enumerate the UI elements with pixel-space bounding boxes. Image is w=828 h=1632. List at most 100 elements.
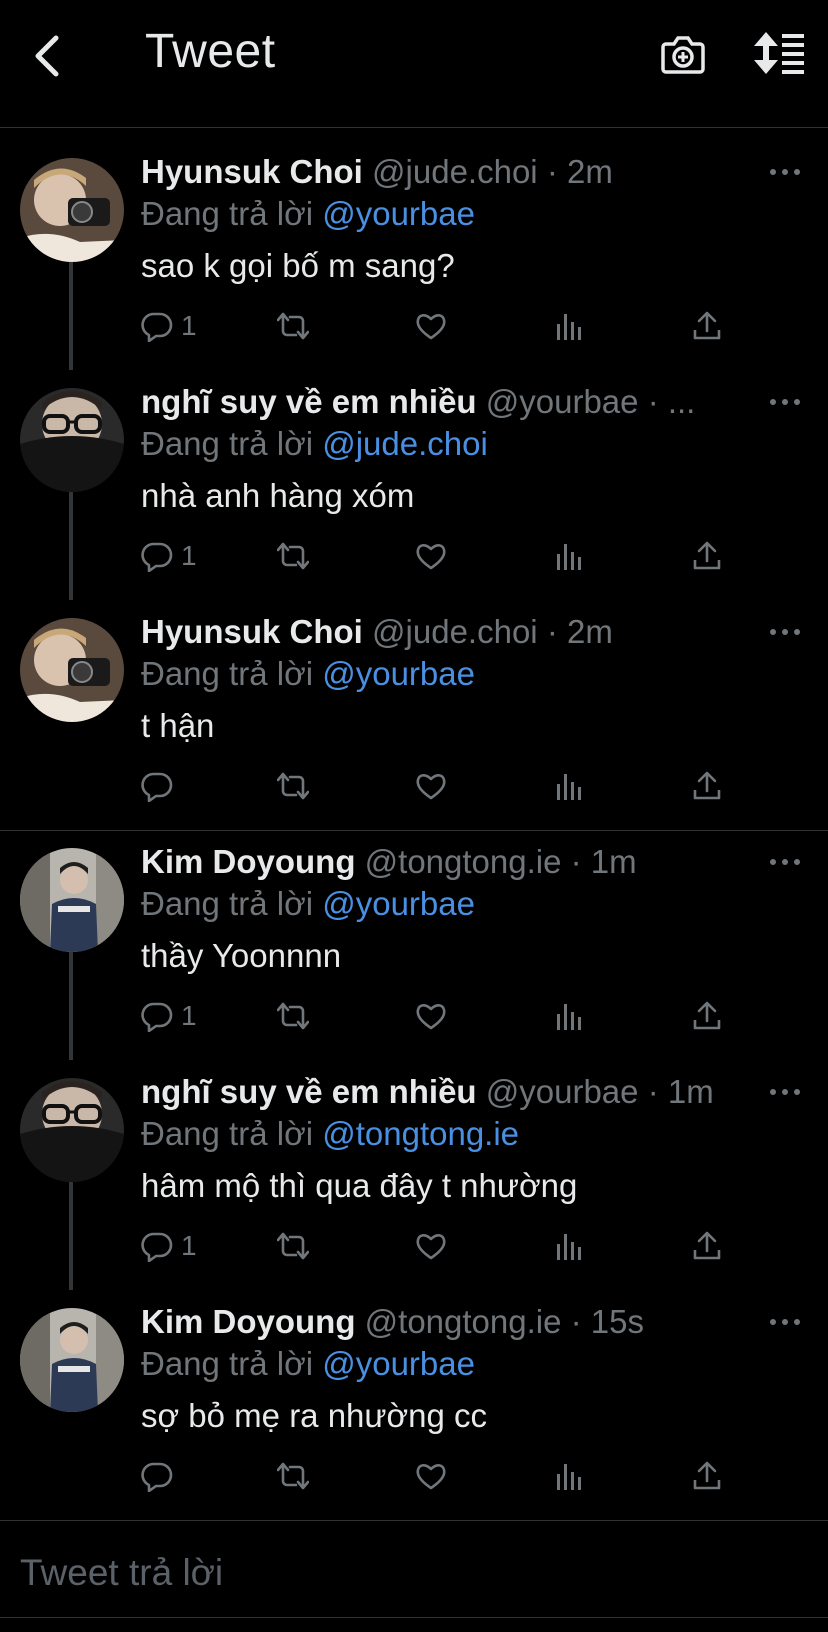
more-dots-icon [770, 859, 776, 865]
replying-to-label: Đang trả lời [141, 1115, 314, 1152]
analytics-button[interactable] [553, 536, 585, 576]
share-button[interactable] [691, 996, 723, 1036]
like-button[interactable] [415, 536, 447, 576]
back-button[interactable] [28, 32, 68, 80]
action-bar [141, 1456, 741, 1496]
mention-link[interactable]: @yourbae [322, 655, 475, 692]
avatar[interactable] [20, 848, 124, 952]
reply-button[interactable]: 1 [141, 996, 197, 1036]
reply-icon [141, 770, 173, 802]
display-name[interactable]: Hyunsuk Choi [141, 613, 363, 650]
avatar-image [20, 1078, 124, 1182]
like-icon [415, 540, 447, 572]
display-name[interactable]: nghĩ suy về em nhiều [141, 383, 477, 420]
user-handle: @yourbae [485, 1073, 639, 1110]
display-name[interactable]: Kim Doyoung [141, 1303, 355, 1340]
retweet-button[interactable] [277, 536, 309, 576]
retweet-icon [277, 540, 309, 572]
like-icon [415, 310, 447, 342]
like-button[interactable] [415, 996, 447, 1036]
reply-count: 1 [181, 1230, 197, 1261]
mention-link[interactable]: @tongtong.ie [322, 1115, 519, 1152]
analytics-button[interactable] [553, 996, 585, 1036]
display-name[interactable]: Hyunsuk Choi [141, 153, 363, 190]
tweet-text: sao k gọi bố m sang? [141, 247, 455, 284]
reply-button[interactable]: 1 [141, 306, 197, 346]
action-bar: 1 [141, 1226, 741, 1266]
display-name[interactable]: Kim Doyoung [141, 843, 355, 880]
tweet-text: t hận [141, 707, 215, 744]
more-options-button[interactable] [770, 856, 800, 868]
thread-line [69, 946, 73, 1060]
retweet-icon [277, 1230, 309, 1262]
share-button[interactable] [691, 766, 723, 806]
share-button[interactable] [691, 536, 723, 576]
replying-to: Đang trả lời @jude.choi [141, 424, 488, 464]
retweet-button[interactable] [277, 996, 309, 1036]
share-icon [691, 1000, 723, 1032]
retweet-button[interactable] [277, 1456, 309, 1496]
sort-list-icon [754, 32, 804, 74]
avatar[interactable] [20, 1078, 124, 1182]
share-icon [691, 1230, 723, 1262]
avatar-image [20, 1308, 124, 1412]
more-options-button[interactable] [770, 396, 800, 408]
mention-link[interactable]: @jude.choi [322, 425, 488, 462]
like-button[interactable] [415, 306, 447, 346]
reply-count: 1 [181, 310, 197, 341]
avatar[interactable] [20, 618, 124, 722]
retweet-button[interactable] [277, 1226, 309, 1266]
like-button[interactable] [415, 1226, 447, 1266]
camera-add-icon [661, 36, 705, 74]
mention-link[interactable]: @yourbae [322, 1345, 475, 1382]
share-icon [691, 770, 723, 802]
camera-button[interactable] [660, 30, 706, 76]
avatar[interactable] [20, 1308, 124, 1412]
more-options-button[interactable] [770, 1086, 800, 1098]
analytics-button[interactable] [553, 1456, 585, 1496]
share-button[interactable] [691, 1456, 723, 1496]
avatar[interactable] [20, 388, 124, 492]
like-icon [415, 1460, 447, 1492]
tweet-text: sợ bỏ mẹ ra nhường cc [141, 1397, 488, 1434]
timestamp: · 2m [546, 153, 613, 190]
retweet-button[interactable] [277, 306, 309, 346]
share-icon [691, 1460, 723, 1492]
replying-to: Đang trả lời @yourbae [141, 884, 475, 924]
analytics-button[interactable] [553, 766, 585, 806]
user-handle: @tongtong.ie [364, 1303, 562, 1340]
like-button[interactable] [415, 1456, 447, 1496]
replying-to: Đang trả lời @tongtong.ie [141, 1114, 519, 1154]
analytics-icon [553, 310, 585, 342]
reply-button[interactable] [141, 766, 181, 806]
avatar[interactable] [20, 158, 124, 262]
analytics-button[interactable] [553, 1226, 585, 1266]
avatar-image [20, 618, 124, 722]
more-dots-icon [770, 399, 776, 405]
display-name[interactable]: nghĩ suy về em nhiều [141, 1073, 477, 1110]
analytics-button[interactable] [553, 306, 585, 346]
like-button[interactable] [415, 766, 447, 806]
reply-button[interactable] [141, 1456, 181, 1496]
mention-link[interactable]: @yourbae [322, 885, 475, 922]
replying-to-label: Đang trả lời [141, 885, 314, 922]
share-button[interactable] [691, 306, 723, 346]
more-dots-icon [770, 629, 776, 635]
reply-input[interactable] [18, 1547, 802, 1599]
timestamp: · 1m [647, 1073, 714, 1110]
share-button[interactable] [691, 1226, 723, 1266]
analytics-icon [553, 1460, 585, 1492]
more-options-button[interactable] [770, 626, 800, 638]
more-options-button[interactable] [770, 166, 800, 178]
more-options-button[interactable] [770, 1316, 800, 1328]
reply-button[interactable]: 1 [141, 1226, 197, 1266]
user-handle: @yourbae [485, 383, 639, 420]
retweet-icon [277, 1460, 309, 1492]
reply-button[interactable]: 1 [141, 536, 197, 576]
sort-button[interactable] [754, 30, 806, 76]
mention-link[interactable]: @yourbae [322, 195, 475, 232]
like-icon [415, 770, 447, 802]
share-icon [691, 540, 723, 572]
reply-composer [0, 1520, 828, 1632]
retweet-button[interactable] [277, 766, 309, 806]
